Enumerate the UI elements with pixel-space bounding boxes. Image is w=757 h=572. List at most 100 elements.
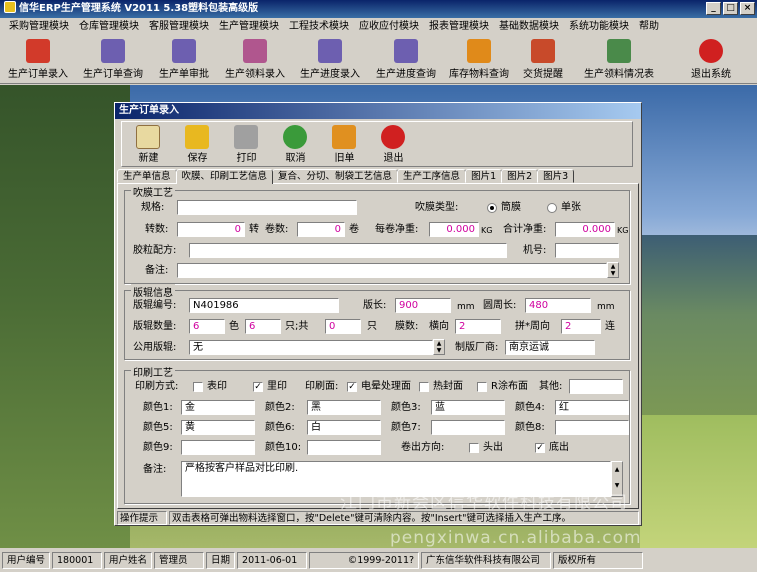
- exit-button[interactable]: 退出: [369, 122, 418, 166]
- order-entry-title: 生产订单录入: [115, 103, 641, 119]
- color-4-field[interactable]: 红: [555, 400, 629, 415]
- button-label: 旧单: [334, 153, 355, 164]
- heat-seal-checkbox[interactable]: [419, 382, 429, 392]
- user-name-label: 用户姓名: [104, 552, 153, 569]
- color-10-field[interactable]: [307, 440, 381, 455]
- toolbar-button-order-input[interactable]: 生产订单录入: [0, 36, 76, 83]
- close-button[interactable]: ×: [740, 2, 755, 15]
- plate-maker-field[interactable]: 南京运诚: [505, 340, 595, 355]
- toolbar-button-pick-report[interactable]: 生产领料情况表: [572, 36, 666, 83]
- menu-item[interactable]: 客服管理模块: [144, 18, 214, 36]
- surface-print-checkbox[interactable]: [193, 382, 203, 392]
- minimize-button[interactable]: _: [706, 2, 721, 15]
- menu-item[interactable]: 应收应付模块: [354, 18, 424, 36]
- public-plate-scroll[interactable]: ▲ ▼: [433, 339, 445, 355]
- menu-item[interactable]: 工程技术模块: [284, 18, 354, 36]
- tab-image-1[interactable]: 图片1: [465, 169, 503, 183]
- menu-item[interactable]: 生产管理模块: [214, 18, 284, 36]
- blow-note-field[interactable]: [177, 263, 607, 278]
- color-2-field[interactable]: 黑: [307, 400, 381, 415]
- toolbar-button-progress-input[interactable]: 生产进度录入: [292, 36, 368, 83]
- save-button[interactable]: 保存: [173, 122, 222, 166]
- pellet-formula-field[interactable]: [189, 243, 507, 258]
- menu-item[interactable]: 采购管理模块: [4, 18, 74, 36]
- total-net-weight-label: 合计净重:: [503, 224, 547, 235]
- menu-item[interactable]: 帮助: [634, 18, 664, 36]
- toolbar-button-approve[interactable]: 生产单审批: [150, 36, 218, 83]
- order-entry-toolbar: 新建 保存 打印 取消 旧单 退出: [121, 121, 633, 167]
- button-label: 新建: [138, 153, 159, 164]
- plate-length-label: 版长:: [363, 300, 387, 311]
- plate-qty-field[interactable]: 6: [189, 319, 225, 334]
- color-8-field[interactable]: [555, 420, 629, 435]
- tab-process[interactable]: 生产工序信息: [397, 169, 467, 183]
- toolbar-button-progress-query[interactable]: 生产进度查询: [368, 36, 444, 83]
- color-7-field[interactable]: [431, 420, 505, 435]
- circumference-field[interactable]: 480: [525, 298, 591, 313]
- maximize-button[interactable]: □: [723, 2, 738, 15]
- plate-length-field[interactable]: 900: [395, 298, 451, 313]
- new-button[interactable]: 新建: [124, 122, 173, 166]
- machine-no-field[interactable]: [555, 243, 619, 258]
- inside-print-checkbox[interactable]: ✓: [253, 382, 263, 392]
- color-5-field[interactable]: 黄: [181, 420, 255, 435]
- bottom-out-checkbox[interactable]: ✓: [535, 443, 545, 453]
- tab-image-3[interactable]: 图片3: [537, 169, 575, 183]
- color-3-field[interactable]: 蓝: [431, 400, 505, 415]
- plate-length-unit: mm: [457, 302, 475, 312]
- color-label: 颜色10:: [265, 442, 302, 453]
- menu-item[interactable]: 系统功能模块: [564, 18, 634, 36]
- plate-qty2-field[interactable]: 6: [245, 319, 281, 334]
- plate-qty3-field[interactable]: 0: [325, 319, 361, 334]
- print-button[interactable]: 打印: [222, 122, 271, 166]
- head-out-checkbox[interactable]: [469, 443, 479, 453]
- corona-face-checkbox[interactable]: ✓: [347, 382, 357, 392]
- tab-blow-print[interactable]: 吹膜、印刷工艺信息: [175, 169, 274, 184]
- color-label: 颜色4:: [515, 402, 545, 413]
- toolbar-button-stock-query[interactable]: 库存物料查询: [444, 36, 514, 83]
- color-1-field[interactable]: 金: [181, 400, 255, 415]
- spec-field[interactable]: [177, 200, 357, 215]
- plate-no-label: 版辊编号:: [133, 300, 177, 311]
- toolbar-button-exit[interactable]: 退出系统: [666, 36, 756, 83]
- color-unit: 色: [229, 321, 239, 332]
- circumferential-field[interactable]: 2: [561, 319, 601, 334]
- other-label: 其他:: [539, 381, 563, 392]
- public-plate-field[interactable]: 无: [189, 340, 433, 355]
- roll-net-weight-field[interactable]: 0.000: [429, 222, 479, 237]
- other-field[interactable]: [569, 379, 623, 394]
- delivery-reminder-icon: [531, 39, 555, 63]
- toolbar-button-pick-input[interactable]: 生产领料录入: [218, 36, 292, 83]
- corona-face-label: 电晕处理面: [361, 381, 411, 392]
- tab-image-2[interactable]: 图片2: [501, 169, 539, 183]
- old-order-button[interactable]: 旧单: [320, 122, 369, 166]
- horizontal-field[interactable]: 2: [455, 319, 501, 334]
- cancel-button[interactable]: 取消: [271, 122, 320, 166]
- turns-field[interactable]: 0: [177, 222, 245, 237]
- menu-item[interactable]: 仓库管理模块: [74, 18, 144, 36]
- bottom-out-label: 底出: [549, 442, 569, 453]
- group-title: 吹膜工艺: [131, 184, 175, 199]
- tab-order-info[interactable]: 生产单信息: [117, 169, 177, 183]
- menu-item[interactable]: 报表管理模块: [424, 18, 494, 36]
- color-label: 颜色2:: [265, 402, 295, 413]
- menu-item[interactable]: 基础数据模块: [494, 18, 564, 36]
- toolbar-button-order-query[interactable]: 生产订单查询: [76, 36, 150, 83]
- window-controls: _ □ ×: [706, 2, 755, 15]
- color-6-field[interactable]: 白: [307, 420, 381, 435]
- user-no-label: 用户编号: [2, 552, 51, 569]
- group-title: 印刷工艺: [131, 364, 175, 379]
- piece-unit: 只: [367, 321, 377, 332]
- toolbar-button-delivery-reminder[interactable]: 交货提醒: [514, 36, 572, 83]
- color-9-field[interactable]: [181, 440, 255, 455]
- tab-laminate-slit[interactable]: 复合、分切、制袋工艺信息: [272, 169, 399, 183]
- total-net-weight-field[interactable]: 0.000: [555, 222, 615, 237]
- rolls-field[interactable]: 0: [297, 222, 345, 237]
- tube-film-radio[interactable]: [487, 203, 497, 213]
- piece-total-label: 只;共: [285, 321, 309, 332]
- spec-label: 规格:: [141, 202, 165, 213]
- coating-face-checkbox[interactable]: [477, 382, 487, 392]
- blow-note-scroll[interactable]: ▲ ▼: [607, 262, 619, 278]
- plate-no-field[interactable]: N401986: [189, 298, 339, 313]
- single-sheet-radio[interactable]: [547, 203, 557, 213]
